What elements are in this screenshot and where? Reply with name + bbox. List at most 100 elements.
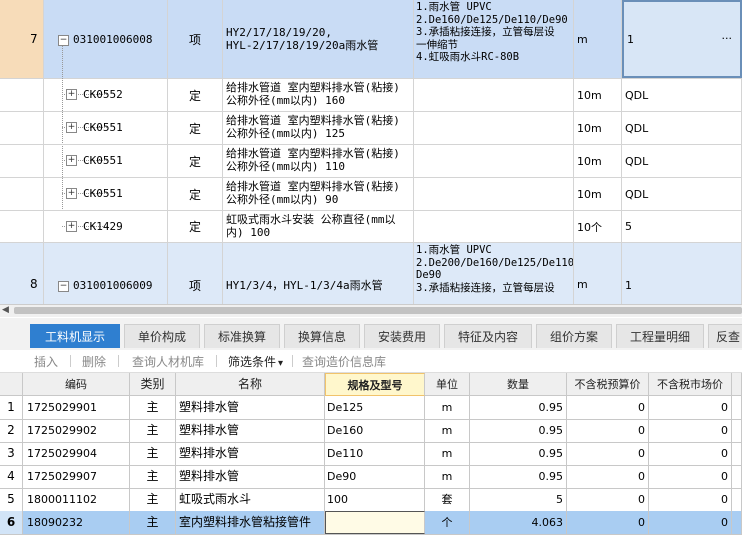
features-cell[interactable] [414, 112, 574, 144]
quota-name[interactable]: 给排水管道 室内塑料排水管(粘接) 公称外径(mm以内) 110 [223, 145, 414, 177]
features-cell[interactable] [414, 211, 574, 242]
scrollbar-thumb[interactable] [14, 307, 742, 314]
material-market-price[interactable]: 0 [649, 488, 732, 511]
quantity-cell[interactable]: 5 [622, 211, 742, 242]
filter-dropdown[interactable]: 筛选条件 ▾ [228, 353, 283, 370]
material-budget-price[interactable]: 0 [567, 488, 649, 511]
tab-quantity-detail[interactable]: 工程量明细 [616, 324, 704, 348]
quota-row[interactable]: + CK0551 定 给排水管道 室内塑料排水管(粘接) 公称外径(mm以内) … [0, 112, 742, 145]
quantity-cell[interactable]: 1 [622, 243, 742, 304]
material-market-price[interactable]: 0 [649, 442, 732, 465]
material-quantity[interactable]: 0.95 [470, 465, 567, 488]
tab-conversion-info[interactable]: 换算信息 [284, 324, 360, 348]
collapse-toggle-icon[interactable]: − [58, 281, 69, 292]
quota-row[interactable]: + CK1429 定 虹吸式雨水斗安装 公称直径(mm以内) 100 10个 5 [0, 211, 742, 243]
material-spec[interactable]: De125 [325, 396, 425, 419]
material-name[interactable]: 塑料排水管 [176, 465, 325, 488]
code-cell[interactable]: + CK0551 [44, 112, 168, 144]
material-unit[interactable]: m [425, 442, 470, 465]
quota-row[interactable]: + CK0551 定 给排水管道 室内塑料排水管(粘接) 公称外径(mm以内) … [0, 178, 742, 211]
material-row-current[interactable]: 6 18090232 主 室内塑料排水管粘接管件 个 4.063 0 0 [0, 511, 742, 535]
material-row[interactable]: 5 1800011102 主 虹吸式雨水斗 100 套 5 0 0 [0, 488, 742, 512]
expand-toggle-icon[interactable]: + [66, 221, 77, 232]
material-row[interactable]: 2 1725029902 主 塑料排水管 De160 m 0.95 0 0 [0, 419, 742, 443]
material-name[interactable]: 室内塑料排水管粘接管件 [176, 511, 325, 534]
material-budget-price[interactable]: 0 [567, 396, 649, 419]
tab-price-composition[interactable]: 单价构成 [124, 324, 200, 348]
header-name[interactable]: 名称 [176, 373, 325, 396]
header-budget-price[interactable]: 不含税预算价 [567, 373, 649, 396]
material-unit[interactable]: m [425, 396, 470, 419]
material-category[interactable]: 主 [130, 396, 176, 419]
material-budget-price[interactable]: 0 [567, 465, 649, 488]
quota-row[interactable]: + CK0551 定 给排水管道 室内塑料排水管(粘接) 公称外径(mm以内) … [0, 145, 742, 178]
material-name[interactable]: 塑料排水管 [176, 396, 325, 419]
material-budget-price[interactable]: 0 [567, 511, 649, 534]
material-category[interactable]: 主 [130, 465, 176, 488]
material-category[interactable]: 主 [130, 511, 176, 534]
quantity-cell[interactable]: 1 ··· [622, 0, 742, 78]
insert-button[interactable]: 插入 [34, 353, 58, 370]
tab-material-display[interactable]: 工料机显示 [30, 324, 120, 348]
code-cell[interactable]: + CK1429 [44, 211, 168, 242]
features-cell[interactable]: 1.雨水管 UPVC 2.De160/De125/De110/De90 3.承插… [414, 0, 574, 78]
material-category[interactable]: 主 [130, 442, 176, 465]
code-cell[interactable]: + CK0552 [44, 79, 168, 111]
header-quantity[interactable]: 数量 [470, 373, 567, 396]
material-quantity[interactable]: 0.95 [470, 442, 567, 465]
tab-pricing-scheme[interactable]: 组价方案 [536, 324, 612, 348]
material-spec[interactable]: 100 [325, 488, 425, 511]
horizontal-scrollbar[interactable]: ◀ [0, 304, 742, 317]
material-category[interactable]: 主 [130, 488, 176, 511]
quota-name[interactable]: 虹吸式雨水斗安装 公称直径(mm以内) 100 [223, 211, 414, 242]
more-button[interactable]: ··· [722, 32, 733, 45]
material-code[interactable]: 1725029901 [23, 396, 130, 419]
quota-name[interactable]: 给排水管道 室内塑料排水管(粘接) 公称外径(mm以内) 125 [223, 112, 414, 144]
expand-toggle-icon[interactable]: + [66, 188, 77, 199]
material-market-price[interactable]: 0 [649, 419, 732, 442]
query-price-info-button[interactable]: 查询造价信息库 [302, 353, 386, 370]
material-category[interactable]: 主 [130, 419, 176, 442]
bill-row-8[interactable]: 8 − 031001006009 项 HY1/3/4，HYL-1/3/4a雨水管… [0, 243, 742, 304]
material-name[interactable]: 塑料排水管 [176, 419, 325, 442]
material-code[interactable]: 1725029904 [23, 442, 130, 465]
header-spec[interactable]: 规格及型号 [325, 373, 425, 396]
tab-installation-fee[interactable]: 安装费用 [364, 324, 440, 348]
material-spec[interactable]: De90 [325, 465, 425, 488]
quantity-cell[interactable]: QDL [622, 112, 742, 144]
material-spec[interactable]: De160 [325, 419, 425, 442]
material-market-price[interactable]: 0 [649, 396, 732, 419]
material-name[interactable]: 塑料排水管 [176, 442, 325, 465]
item-name[interactable]: HY1/3/4，HYL-1/3/4a雨水管 [223, 243, 414, 304]
code-cell[interactable]: + CK0551 [44, 178, 168, 210]
material-market-price[interactable]: 0 [649, 465, 732, 488]
expand-toggle-icon[interactable]: + [66, 122, 77, 133]
expand-toggle-icon[interactable]: + [66, 155, 77, 166]
quota-name[interactable]: 给排水管道 室内塑料排水管(粘接) 公称外径(mm以内) 160 [223, 79, 414, 111]
material-code[interactable]: 1725029907 [23, 465, 130, 488]
material-spec-editor[interactable] [325, 511, 425, 534]
tab-reverse-lookup[interactable]: 反查 [708, 324, 742, 348]
material-spec[interactable]: De110 [325, 442, 425, 465]
query-material-library-button[interactable]: 查询人材机库 [132, 353, 204, 370]
features-cell[interactable] [414, 178, 574, 210]
material-row[interactable]: 1 1725029901 主 塑料排水管 De125 m 0.95 0 0 [0, 396, 742, 420]
material-unit[interactable]: 套 [425, 488, 470, 511]
code-cell[interactable]: − 031001006009 [44, 243, 168, 304]
features-cell[interactable] [414, 79, 574, 111]
quantity-cell[interactable]: QDL [622, 79, 742, 111]
material-unit[interactable]: m [425, 465, 470, 488]
header-unit[interactable]: 单位 [425, 373, 470, 396]
quota-row[interactable]: + CK0552 定 给排水管道 室内塑料排水管(粘接) 公称外径(mm以内) … [0, 79, 742, 112]
material-budget-price[interactable]: 0 [567, 442, 649, 465]
tab-standard-conversion[interactable]: 标准换算 [204, 324, 280, 348]
material-budget-price[interactable]: 0 [567, 419, 649, 442]
material-code[interactable]: 1725029902 [23, 419, 130, 442]
quota-name[interactable]: 给排水管道 室内塑料排水管(粘接) 公称外径(mm以内) 90 [223, 178, 414, 210]
tab-features-content[interactable]: 特征及内容 [444, 324, 532, 348]
header-category[interactable]: 类别 [130, 373, 176, 396]
material-code[interactable]: 18090232 [23, 511, 130, 534]
features-cell[interactable] [414, 145, 574, 177]
bill-row-7[interactable]: 7 − 031001006008 项 HY2/17/18/19/20, HYL-… [0, 0, 742, 79]
material-code[interactable]: 1800011102 [23, 488, 130, 511]
